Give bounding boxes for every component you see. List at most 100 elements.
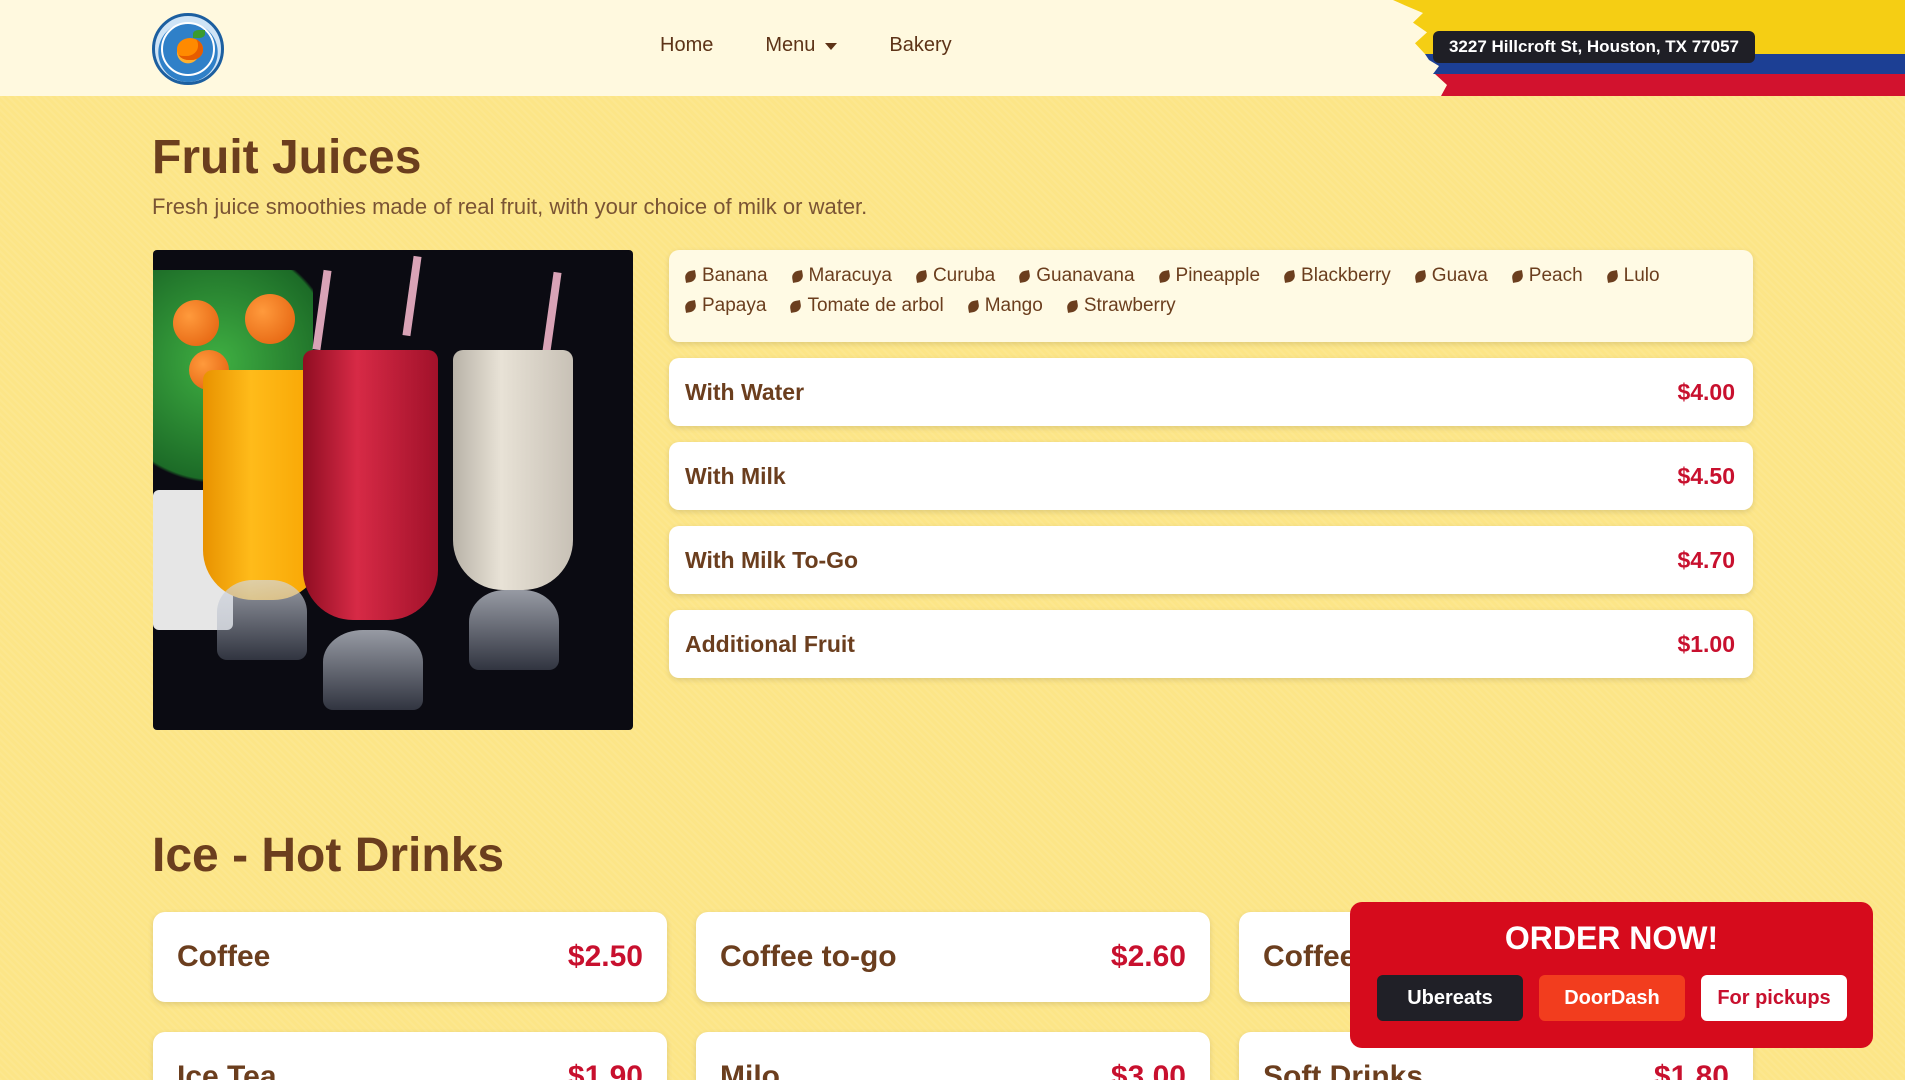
drink-card-coffee-to-go: Coffee to-go $2.60 (696, 912, 1210, 1002)
nav-bakery[interactable]: Bakery (889, 34, 951, 57)
price-row-with-milk: With Milk $4.50 (669, 442, 1753, 510)
nav-menu-label: Menu (765, 34, 816, 56)
item-price: $1.90 (567, 1060, 643, 1080)
item-name: Ice Tea (177, 1060, 277, 1080)
nav-bakery-label: Bakery (889, 34, 952, 56)
fruit-option: Mango (966, 294, 1043, 318)
nav-home[interactable]: Home (660, 34, 713, 57)
order-now-title: ORDER NOW! (1504, 920, 1719, 956)
address-badge[interactable]: 3227 Hillcroft St, Houston, TX 77057 (1432, 31, 1755, 63)
item-name: With Milk To-Go (685, 546, 859, 573)
fruit-option: Maracuya (790, 264, 892, 288)
fruit-label: Mango (984, 295, 1043, 316)
item-price: $4.00 (1677, 378, 1735, 405)
glass-stem (217, 580, 307, 660)
price-row-additional-fruit: Additional Fruit $1.00 (669, 610, 1753, 678)
chevron-down-icon (825, 43, 838, 50)
fruit-label: Guanavana (1036, 265, 1135, 286)
brand-logo[interactable] (152, 13, 224, 85)
leaf-icon (789, 299, 803, 313)
item-price: $2.50 (567, 940, 643, 973)
item-price: $4.70 (1677, 546, 1735, 573)
straw (542, 271, 562, 353)
fruit-juices-subtitle: Fresh juice smoothies made of real fruit… (152, 194, 868, 219)
drink-card-coffee: Coffee $2.50 (153, 912, 667, 1002)
glass-stem (469, 590, 559, 670)
leaf-icon (1605, 269, 1619, 283)
pickups-button[interactable]: For pickups (1701, 975, 1847, 1021)
drink-card-milo: Milo $3.00 (696, 1032, 1210, 1080)
leaf-icon (1413, 269, 1427, 283)
main-nav: Home Menu Bakery (660, 34, 952, 57)
orange-fruit (245, 294, 295, 344)
fruit-option: Curuba (915, 264, 996, 288)
fruit-option: Lulo (1605, 264, 1660, 288)
fruit-option: Guava (1413, 264, 1488, 288)
fruit-option: Peach (1510, 264, 1583, 288)
fruit-label: Papaya (702, 295, 767, 316)
fruit-option: Papaya (684, 294, 767, 318)
site-header: Home Menu Bakery 3227 Hillcroft St, Hous… (0, 0, 1905, 96)
fruit-option: Banana (684, 264, 768, 288)
fruit-option: Pineapple (1157, 264, 1261, 288)
ubereats-button[interactable]: Ubereats (1377, 975, 1523, 1021)
fruit-option: Guanavana (1018, 264, 1135, 288)
leaf-icon (966, 299, 980, 313)
fruit-label: Strawberry (1083, 295, 1176, 316)
item-name: Coffee to-go (720, 940, 897, 973)
flag-red-stripe (1435, 74, 1905, 96)
straw (402, 255, 422, 337)
fruit-label: Lulo (1623, 265, 1660, 286)
leaf-icon (1157, 269, 1171, 283)
leaf-icon (684, 269, 697, 283)
logo-fruit-icon (177, 38, 203, 60)
leaf-icon (1018, 269, 1032, 283)
fruit-juices-title: Fruit Juices (152, 131, 422, 184)
nav-home-label: Home (660, 34, 714, 56)
orange-fruit (173, 300, 219, 346)
leaf-icon (790, 269, 804, 283)
fruit-list: Banana Maracuya Curuba Guanavana Pineapple Bl… (684, 264, 1737, 318)
nav-menu[interactable]: Menu (765, 34, 838, 57)
fruit-option: Blackberry (1283, 264, 1391, 288)
milk-smoothie-glass (453, 350, 573, 590)
item-name: With Milk (685, 462, 786, 489)
leaf-icon (915, 269, 928, 283)
leaf-icon (684, 299, 697, 313)
leaf-icon (1065, 299, 1079, 313)
price-row-with-milk-to-go: With Milk To-Go $4.70 (669, 526, 1753, 594)
logo-leaf-icon (193, 30, 205, 38)
item-price: $2.60 (1110, 940, 1186, 973)
fruit-label: Peach (1528, 265, 1583, 286)
fruit-label: Blackberry (1301, 265, 1391, 286)
item-price: $4.50 (1677, 462, 1735, 489)
fruit-label: Tomate de arbol (807, 295, 944, 316)
fruit-label: Banana (702, 265, 768, 286)
item-name: Additional Fruit (685, 630, 855, 657)
leaf-icon (1510, 269, 1524, 283)
order-now-panel: ORDER NOW! Ubereats DoorDash For pickups (1350, 902, 1873, 1048)
item-name: With Water (685, 378, 805, 405)
item-name: Coffee (1263, 940, 1357, 973)
fruit-option: Tomate de arbol (789, 294, 944, 318)
drinks-title: Ice - Hot Drinks (152, 829, 505, 882)
fruit-label: Curuba (932, 265, 996, 286)
glass-stem (323, 630, 423, 710)
strawberry-smoothie-glass (303, 350, 438, 620)
fruit-label: Guava (1431, 265, 1488, 286)
item-name: Coffee (177, 940, 271, 973)
fruit-juice-photo (153, 250, 633, 730)
item-name: Soft Drinks (1263, 1060, 1424, 1080)
item-price: $1.00 (1677, 630, 1735, 657)
fruit-label: Pineapple (1175, 265, 1261, 286)
straw (312, 269, 332, 351)
price-row-with-water: With Water $4.00 (669, 358, 1753, 426)
fruit-options-box: Banana Maracuya Curuba Guanavana Pineapple Bl… (669, 250, 1753, 342)
item-price: $1.80 (1653, 1060, 1729, 1080)
item-price: $3.00 (1110, 1060, 1186, 1080)
fruit-option: Strawberry (1065, 294, 1176, 318)
leaf-icon (1283, 269, 1296, 283)
doordash-button[interactable]: DoorDash (1539, 975, 1685, 1021)
drink-card-ice-tea: Ice Tea $1.90 (153, 1032, 667, 1080)
fruit-label: Maracuya (808, 265, 892, 286)
